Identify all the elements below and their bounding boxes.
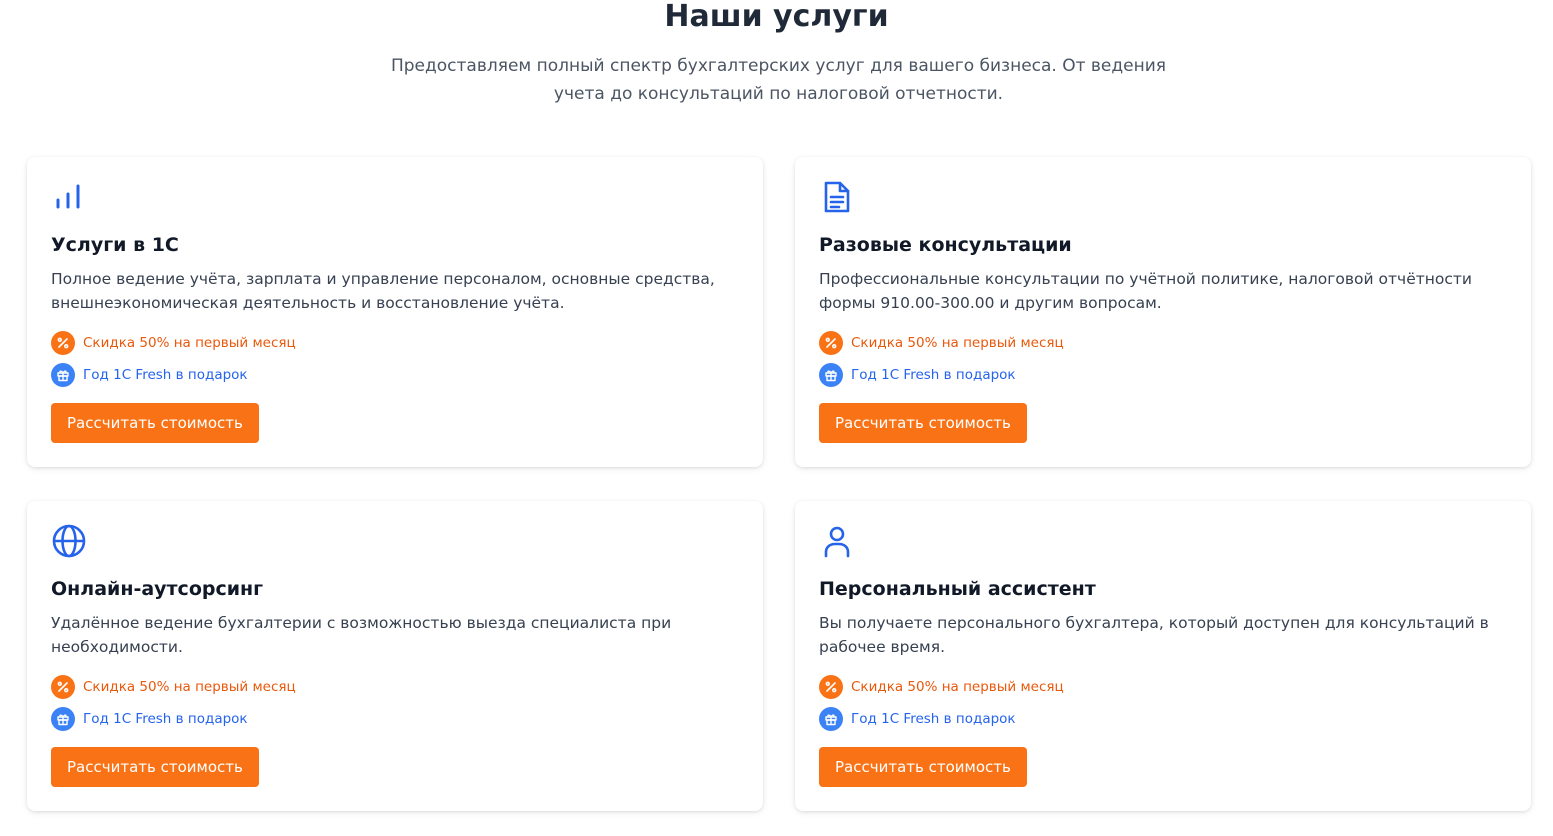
- gift-perk: Год 1С Fresh в подарок: [51, 363, 248, 387]
- bar-chart-icon: [51, 179, 87, 215]
- discount-perk: Скидка 50% на первый месяц: [819, 675, 1064, 699]
- gift-perk-label: Год 1С Fresh в подарок: [851, 711, 1016, 727]
- service-card-outsourcing: Онлайн-аутсорсинг Удалённое ведение бухг…: [27, 501, 763, 811]
- percent-icon: [819, 331, 843, 355]
- user-icon: [819, 523, 855, 559]
- discount-perk: Скидка 50% на первый месяц: [51, 331, 296, 355]
- calculate-cost-button[interactable]: Рассчитать стоимость: [51, 747, 259, 787]
- discount-perk-label: Скидка 50% на первый месяц: [851, 679, 1064, 695]
- gift-perk-label: Год 1С Fresh в подарок: [83, 367, 248, 383]
- gift-icon: [51, 707, 75, 731]
- gift-icon: [51, 363, 75, 387]
- calculate-cost-button[interactable]: Рассчитать стоимость: [819, 747, 1027, 787]
- gift-perk: Год 1С Fresh в подарок: [51, 707, 248, 731]
- document-icon: [819, 179, 855, 215]
- gift-perk-label: Год 1С Fresh в подарок: [83, 711, 248, 727]
- calculate-cost-button[interactable]: Рассчитать стоимость: [819, 403, 1027, 443]
- card-description: Профессиональные консультации по учётной…: [819, 270, 1472, 312]
- card-description: Удалённое ведение бухгалтерии с возможно…: [51, 614, 672, 656]
- gift-perk: Год 1С Fresh в подарок: [819, 363, 1016, 387]
- card-title: Услуги в 1С: [51, 234, 179, 256]
- card-title: Персональный ассистент: [819, 578, 1096, 600]
- discount-perk: Скидка 50% на первый месяц: [819, 331, 1064, 355]
- discount-perk-label: Скидка 50% на первый месяц: [83, 335, 296, 351]
- gift-icon: [819, 707, 843, 731]
- section-subtitle: Предоставляем полный спектр бухгалтерски…: [390, 56, 1166, 104]
- discount-perk-label: Скидка 50% на первый месяц: [851, 335, 1064, 351]
- percent-icon: [819, 675, 843, 699]
- gift-icon: [819, 363, 843, 387]
- gift-perk-label: Год 1С Fresh в подарок: [851, 367, 1016, 383]
- discount-perk-label: Скидка 50% на первый месяц: [83, 679, 296, 695]
- gift-perk: Год 1С Fresh в подарок: [819, 707, 1016, 731]
- section-title: Наши услуги: [664, 0, 889, 34]
- calculate-cost-button[interactable]: Рассчитать стоимость: [51, 403, 259, 443]
- percent-icon: [51, 331, 75, 355]
- service-card-consultations: Разовые консультации Профессиональные ко…: [795, 157, 1531, 467]
- percent-icon: [51, 675, 75, 699]
- service-card-1c: Услуги в 1С Полное ведение учёта, зарпла…: [27, 157, 763, 467]
- globe-icon: [51, 523, 87, 559]
- card-description: Вы получаете персонального бухгалтера, к…: [819, 614, 1489, 656]
- discount-perk: Скидка 50% на первый месяц: [51, 675, 296, 699]
- card-title: Разовые консультации: [819, 234, 1072, 256]
- card-title: Онлайн-аутсорсинг: [51, 578, 264, 600]
- service-card-personal-assistant: Персональный ассистент Вы получаете перс…: [795, 501, 1531, 811]
- card-description: Полное ведение учёта, зарплата и управле…: [51, 270, 715, 312]
